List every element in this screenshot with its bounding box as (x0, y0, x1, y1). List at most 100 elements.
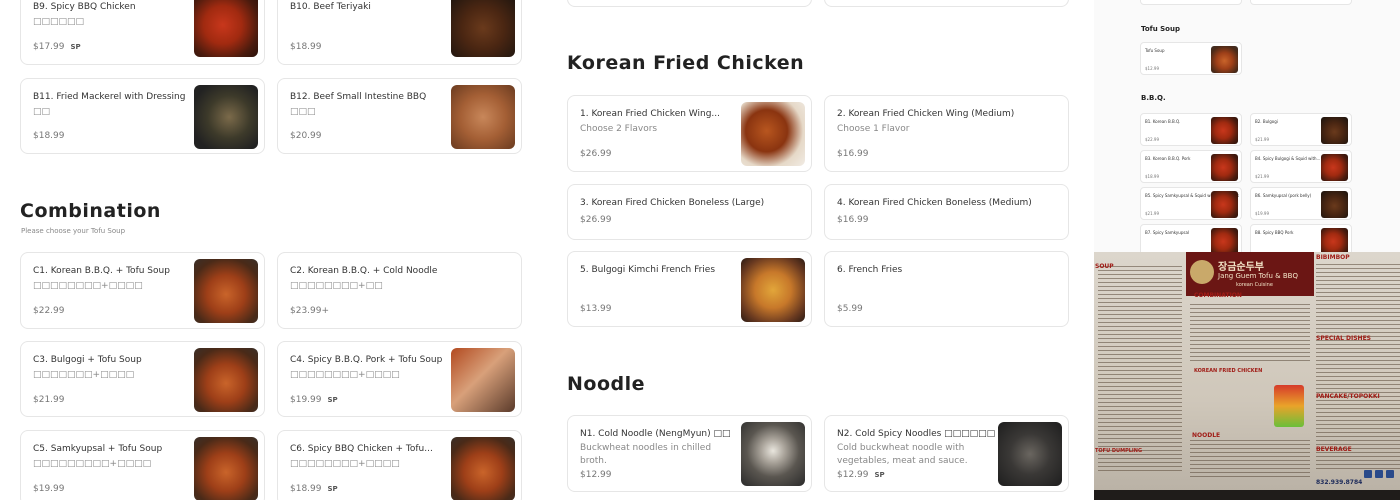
price-value: $18.99 (33, 131, 65, 141)
food-photo (194, 348, 258, 412)
item-name: 6. French Fries (837, 265, 903, 275)
price-value: $19.99 (33, 484, 65, 494)
item-subtitle: □□□□□□□□+□□□□ (33, 281, 143, 291)
mini-menu-card[interactable]: B1. Korean B.B.Q. $22.99 (1140, 113, 1242, 146)
price-value: $12.99 (837, 470, 869, 480)
restaurant-phone: 832.939.8784 (1316, 479, 1363, 486)
menu-item-card[interactable]: 3. Korean Fired Chicken Boneless (Large)… (567, 184, 812, 240)
menu-item-card[interactable]: C5. Samkyupsal + Tofu Soup □□□□□□□□□+□□□… (20, 430, 265, 500)
menu-board-frame (1094, 490, 1400, 500)
item-name: N2. Cold Spicy Noodles □□□□□□ (837, 429, 996, 439)
menu-board-photo: 장금순두부 Jang Guem Tofu & BBQ korean Cuisin… (1094, 252, 1400, 500)
spicy-badge: SP (70, 43, 81, 51)
mini-section-title-bbq: B.B.Q. (1141, 94, 1166, 102)
mini-food-photo (1321, 191, 1348, 218)
price-value: $13.99 (580, 304, 612, 314)
item-subtitle: □□□□□□□+□□□□ (33, 370, 135, 380)
menu-item-card[interactable]: B11. Fried Mackerel with Dressing □□ $18… (20, 78, 265, 154)
item-price: $23.99+ (290, 306, 329, 316)
mini-menu-card[interactable]: B8. Spicy BBQ Pork (1250, 224, 1352, 252)
menu-item-card-partial[interactable] (567, 0, 812, 7)
menu-section-label: SOUP (1095, 263, 1114, 270)
menu-item-card[interactable]: B9. Spicy BBQ Chicken □□□□□□ $17.99 SP (20, 0, 265, 65)
item-name: 3. Korean Fired Chicken Boneless (Large) (580, 198, 765, 208)
mini-menu-card[interactable]: B3. Korean B.B.Q. Pork $18.99 (1140, 150, 1242, 183)
menu-item-card[interactable]: C3. Bulgogi + Tofu Soup □□□□□□□+□□□□ $21… (20, 341, 265, 417)
item-name: C3. Bulgogi + Tofu Soup (33, 355, 142, 365)
menu-item-card[interactable]: N2. Cold Spicy Noodles □□□□□□ Cold buckw… (824, 415, 1069, 492)
mini-card-partial[interactable] (1140, 0, 1242, 5)
food-photo (194, 259, 258, 323)
menu-section-label: SPECIAL DISHES (1316, 335, 1371, 342)
item-price: $21.99 (33, 395, 65, 405)
item-name: 1. Korean Fried Chicken Wing... (580, 109, 720, 119)
item-name: C5. Samkyupsal + Tofu Soup (33, 444, 163, 454)
mini-menu-card[interactable]: B5. Spicy Samkyupsal & Squid with Vegeta… (1140, 187, 1242, 220)
mini-menu-card[interactable]: B2. Bulgogi $21.99 (1250, 113, 1352, 146)
item-name: 2. Korean Fried Chicken Wing (Medium) (837, 109, 1015, 119)
menu-item-card[interactable]: C2. Korean B.B.Q. + Cold Noodle □□□□□□□□… (277, 252, 522, 329)
menu-item-card[interactable]: 2. Korean Fried Chicken Wing (Medium) Ch… (824, 95, 1069, 172)
mini-menu-card[interactable]: B6. Samkyupsal (pork belly) $19.99 (1250, 187, 1352, 220)
item-price: $18.99 (33, 131, 65, 141)
restaurant-subtitle: korean Cuisine (1236, 282, 1273, 288)
food-photo (451, 437, 515, 500)
menu-item-card[interactable]: C4. Spicy B.B.Q. Pork + Tofu Soup □□□□□□… (277, 341, 522, 417)
spicy-badge: SP (327, 485, 338, 493)
food-photo (741, 422, 805, 486)
item-price: $19.99 SP (290, 395, 338, 405)
menu-item-card[interactable]: 4. Korean Fired Chicken Boneless (Medium… (824, 184, 1069, 240)
mini-menu-card[interactable]: B7. Spicy Samkyupsal (1140, 224, 1242, 252)
menu-section-label: KOREAN FRIED CHICKEN (1194, 368, 1263, 374)
mini-menu-card[interactable]: Tofu Soup $12.99 (1140, 42, 1242, 75)
item-subtitle: □□□ (290, 107, 316, 117)
mini-item-name: B2. Bulgogi (1255, 119, 1278, 124)
item-price: $12.99 (580, 470, 612, 480)
menu-item-card[interactable]: C1. Korean B.B.Q. + Tofu Soup □□□□□□□□+□… (20, 252, 265, 329)
mini-item-price: $19.99 (1255, 211, 1269, 216)
mini-menu-card[interactable]: B4. Spicy Bulgogi & Squid with... $21.99 (1250, 150, 1352, 183)
menu-item-card[interactable]: N1. Cold Noodle (NengMyun) □□ Buckwheat … (567, 415, 812, 492)
menu-item-card[interactable]: 6. French Fries $5.99 (824, 251, 1069, 327)
item-price: $17.99 SP (33, 42, 81, 52)
menu-section-label: PANCAKE/TOPOKKI (1316, 393, 1380, 400)
restaurant-logo (1190, 260, 1214, 284)
menu-item-card[interactable]: 1. Korean Fried Chicken Wing... Choose 2… (567, 95, 812, 172)
mini-card-partial[interactable] (1250, 0, 1352, 5)
item-subtitle: Cold buckwheat noodle with vegetables, m… (837, 443, 968, 466)
mini-item-price: $12.99 (1145, 66, 1159, 71)
item-name: C2. Korean B.B.Q. + Cold Noodle (290, 266, 438, 276)
mini-item-price: $22.99 (1145, 137, 1159, 142)
item-price: $22.99 (33, 306, 65, 316)
spicy-badge: SP (874, 471, 885, 479)
food-photo (451, 85, 515, 149)
menu-item-card[interactable]: 5. Bulgogi Kimchi French Fries $13.99 (567, 251, 812, 327)
menu-item-card[interactable]: C6. Spicy BBQ Chicken + Tofu... □□□□□□□□… (277, 430, 522, 500)
mini-item-price: $21.99 (1255, 174, 1269, 179)
social-icon (1375, 470, 1383, 478)
food-photo (451, 348, 515, 412)
item-price: $20.99 (290, 131, 322, 141)
item-name: 4. Korean Fired Chicken Boneless (Medium… (837, 198, 1032, 208)
mini-food-photo (1211, 228, 1238, 252)
item-price: $16.99 (837, 149, 869, 159)
price-value: $20.99 (290, 131, 322, 141)
food-photo (194, 0, 258, 57)
menu-item-card[interactable]: B10. Beef Teriyaki $18.99 (277, 0, 522, 65)
menu-item-card[interactable]: B12. Beef Small Intestine BBQ □□□ $20.99 (277, 78, 522, 154)
item-name: C1. Korean B.B.Q. + Tofu Soup (33, 266, 170, 276)
item-subtitle: Choose 2 Flavors (580, 124, 658, 134)
food-photo (194, 437, 258, 500)
menu-item-card-partial[interactable] (824, 0, 1069, 7)
price-value: $26.99 (580, 149, 612, 159)
price-value: $12.99 (580, 470, 612, 480)
mini-item-price: $18.99 (1145, 174, 1159, 179)
item-name: C6. Spicy BBQ Chicken + Tofu... (290, 444, 433, 454)
price-value: $19.99 (290, 395, 322, 405)
mini-item-name: Tofu Soup (1145, 48, 1165, 53)
mini-item-name: B4. Spicy Bulgogi & Squid with... (1255, 156, 1321, 161)
menu-section-label: TOFU DUMPLING (1095, 448, 1143, 454)
item-subtitle: □□□□□□ (33, 17, 85, 27)
price-value: $18.99 (290, 42, 322, 52)
item-subtitle: □□□□□□□□□+□□□□ (33, 459, 152, 469)
